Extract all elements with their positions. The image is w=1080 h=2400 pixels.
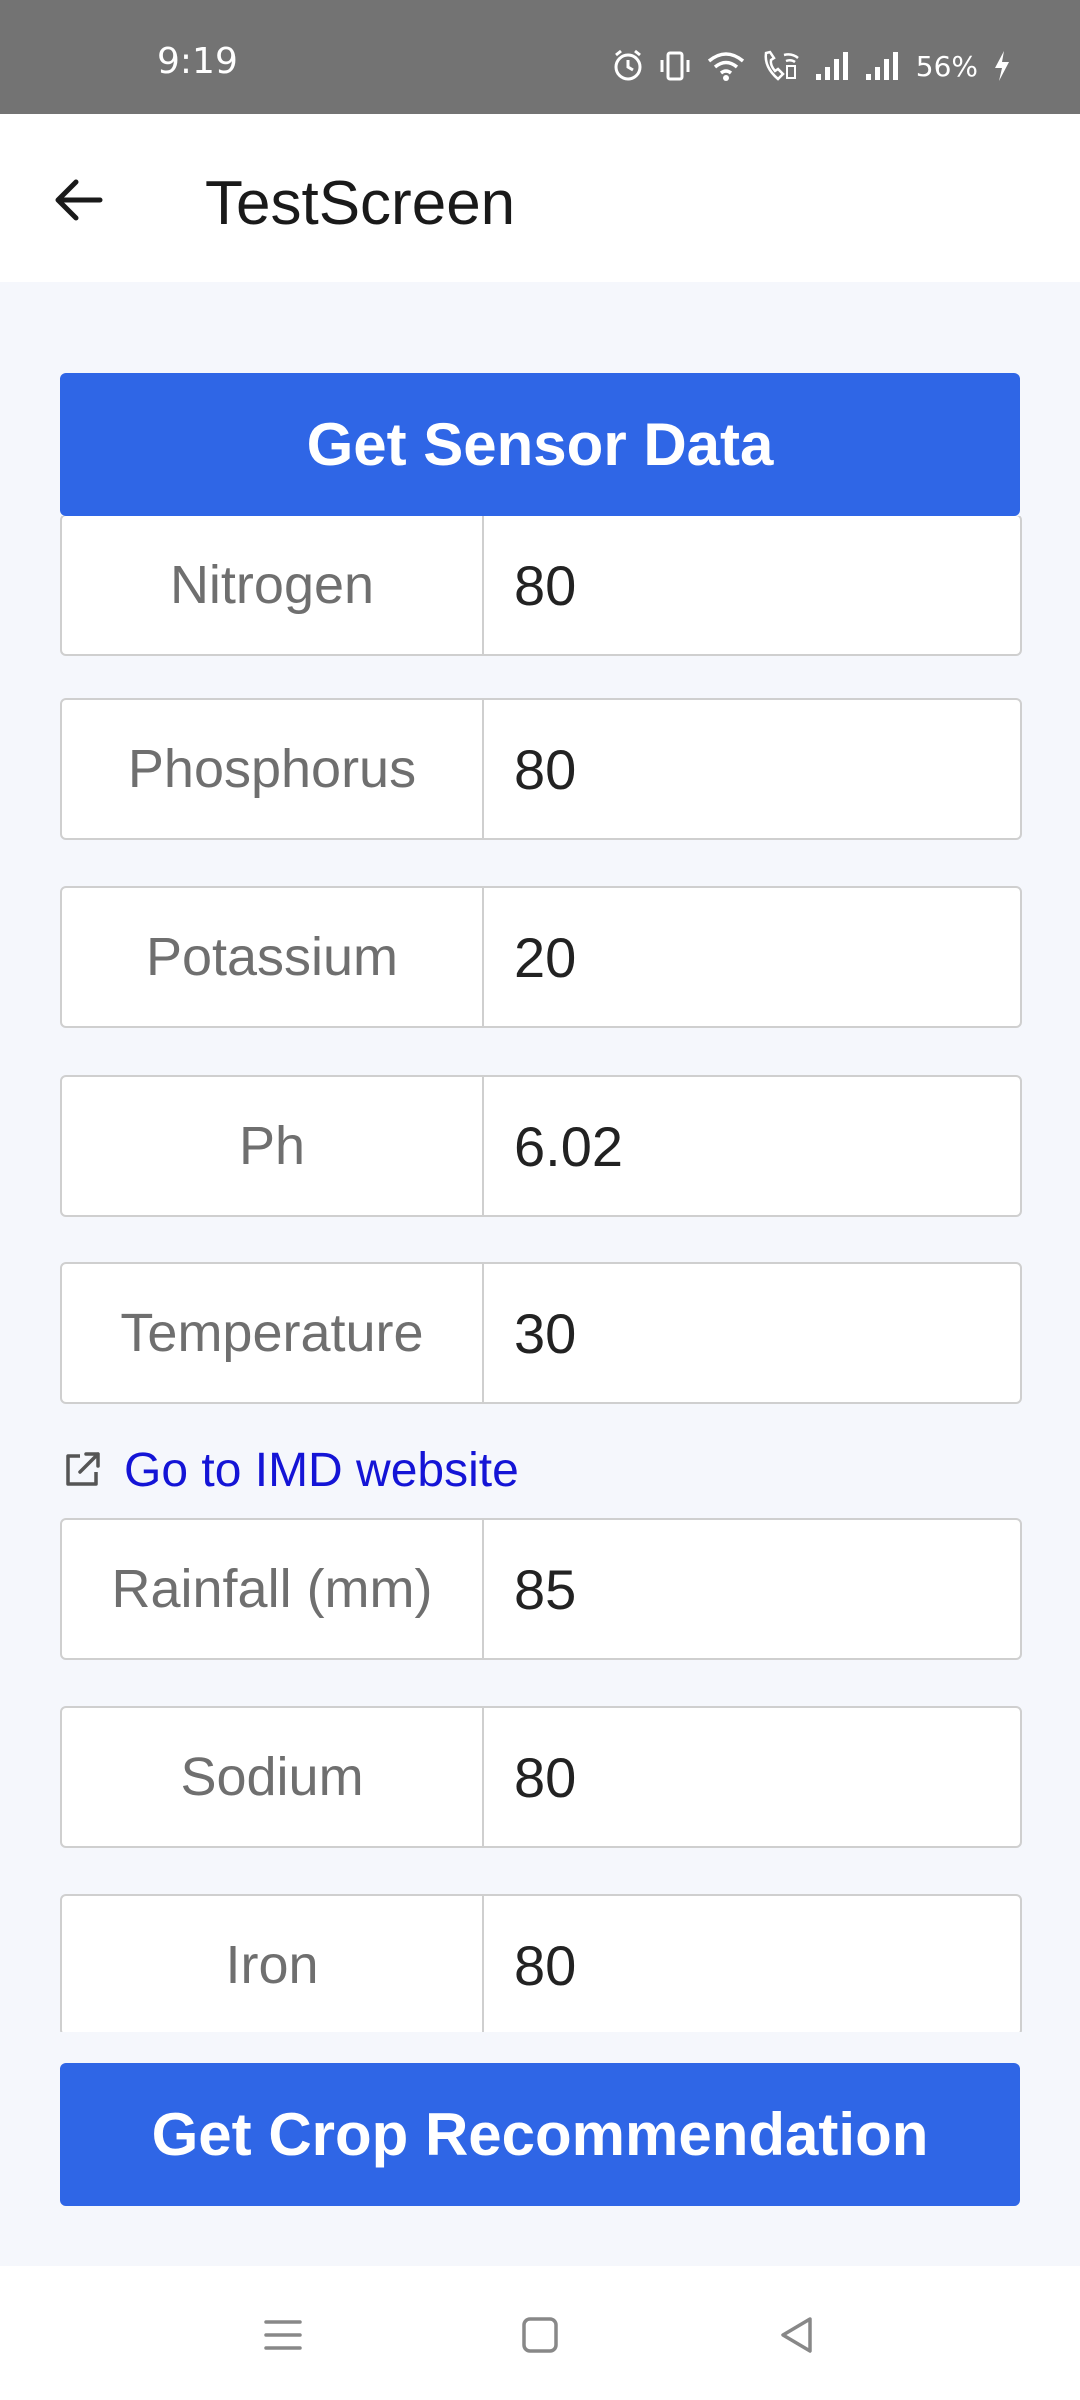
nav-home-button[interactable] [515,2310,565,2360]
alarm-icon [614,49,642,81]
page-title: TestScreen [205,169,516,238]
battery-percentage: 56% [915,49,978,83]
field-label: Potassium [62,888,484,1026]
rainfall-input[interactable]: 85 [484,1520,1020,1658]
phosphorus-input[interactable]: 80 [484,700,1020,838]
field-row-potassium: Potassium 20 [60,886,1022,1028]
arrow-left-icon [55,179,103,221]
iron-input[interactable]: 80 [484,1896,1020,2032]
field-label: Iron [62,1896,484,2032]
field-row-iron: Iron 80 [60,1894,1022,2032]
nav-back-button[interactable] [772,2310,822,2360]
app-bar: TestScreen [0,114,1080,282]
field-label: Rainfall (mm) [62,1520,484,1658]
sodium-input[interactable]: 80 [484,1708,1020,1846]
field-row-phosphorus: Phosphorus 80 [60,698,1022,840]
status-icons: 56% [612,46,1012,86]
status-bar: 9:19 56% [0,0,1080,114]
field-label: Temperature [62,1264,484,1402]
form-scroll-area[interactable]: Nitrogen 80 Phosphorus 80 Potassium 20 P… [0,516,1080,2032]
triangle-back-icon [781,2317,812,2353]
field-label: Nitrogen [62,516,484,654]
get-sensor-data-button[interactable]: Get Sensor Data [60,373,1020,516]
square-icon [522,2317,558,2353]
vibrate-icon [660,51,690,81]
field-label: Sodium [62,1708,484,1846]
system-nav-bar [0,2266,1080,2400]
nitrogen-input[interactable]: 80 [484,516,1020,654]
field-row-rainfall: Rainfall (mm) 85 [60,1518,1022,1660]
back-button[interactable] [48,170,108,230]
field-row-sodium: Sodium 80 [60,1706,1022,1848]
external-link-icon [66,1452,100,1486]
menu-icon [264,2320,302,2350]
field-label: Ph [62,1077,484,1215]
field-row-ph: Ph 6.02 [60,1075,1022,1217]
get-crop-recommendation-button[interactable]: Get Crop Recommendation [60,2063,1020,2206]
charging-icon [995,51,1009,81]
field-row-temperature: Temperature 30 [60,1262,1022,1404]
status-time: 9:19 [157,41,238,82]
ph-input[interactable]: 6.02 [484,1077,1020,1215]
wifi-call-icon [764,50,799,81]
temperature-input[interactable]: 30 [484,1264,1020,1402]
field-row-nitrogen: Nitrogen 80 [60,516,1022,656]
signal-icon [865,52,898,80]
nav-recents-button[interactable] [258,2310,308,2360]
potassium-input[interactable]: 20 [484,888,1020,1026]
field-label: Phosphorus [62,700,484,838]
signal-icon [815,52,848,80]
wifi-icon [707,52,744,81]
imd-link-label: Go to IMD website [124,1443,519,1497]
imd-website-link[interactable]: Go to IMD website [60,1440,519,1500]
